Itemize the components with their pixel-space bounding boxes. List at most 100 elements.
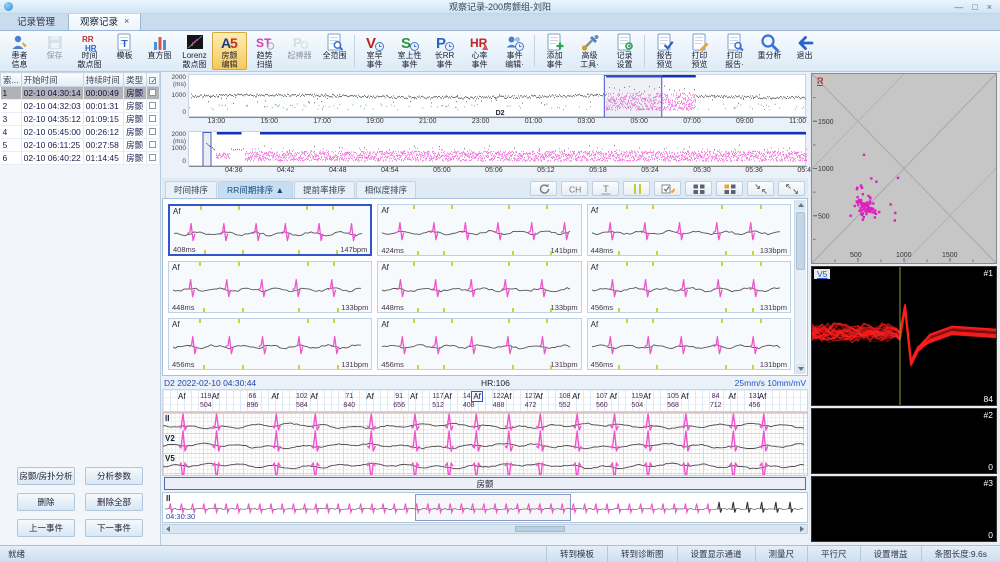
scroll-up-arrow[interactable] <box>796 200 805 210</box>
prev-event-button[interactable]: 上一事件 <box>17 519 75 537</box>
sort-prematurity-tab[interactable]: 提前率排序 <box>294 181 355 198</box>
toolbar-time-scatter-button[interactable]: RRHR时间散点图 <box>72 32 107 70</box>
toolbar-lorenz-scatter-button[interactable]: Lorenz散点图 <box>177 32 212 70</box>
rr-trend-zoom-chart[interactable]: 2000(ms)1000004:3604:4204:4804:5405:0005… <box>162 130 808 178</box>
event-table-header-checkbox[interactable]: ✓ <box>147 73 160 87</box>
event-table-header[interactable]: 持续时间 <box>83 73 123 87</box>
beat-label[interactable]: Af <box>310 392 318 401</box>
event-cell-checkbox[interactable] <box>147 126 160 139</box>
toolbar-pvc-event-button[interactable]: V室早事件 <box>357 32 392 70</box>
event-cell-checkbox[interactable] <box>147 113 160 126</box>
row-checkbox[interactable] <box>149 89 156 96</box>
beat-label[interactable]: Af <box>444 392 452 401</box>
toolbar-long-rr-event-button[interactable]: P长RR事件 <box>427 32 462 70</box>
row-checkbox[interactable] <box>149 128 156 135</box>
toolbar-reanalyze-button[interactable]: 重分析 <box>752 32 787 70</box>
ecg-cell[interactable]: Af456ms131bpm <box>587 318 791 370</box>
toolbar-histogram-button[interactable]: 直方图 <box>142 32 177 70</box>
zoom-selection-box[interactable] <box>203 133 211 167</box>
rhythm-strip[interactable]: II 04:30:30 <box>162 492 808 523</box>
ecg-leads-display[interactable]: IIV2V5 <box>162 412 808 476</box>
toolbar-advanced-tools-button[interactable]: 高级工具· <box>572 32 607 70</box>
row-checkbox[interactable] <box>149 102 156 109</box>
ecg-cell[interactable]: Af408ms147bpm <box>168 204 372 256</box>
tab-record-management[interactable]: 记录管理 <box>6 12 66 30</box>
event-row[interactable]: 602-10 06:40:2201:14:45房颤 <box>1 152 160 165</box>
text-tool-button[interactable]: T <box>592 181 619 196</box>
sort-time-tab[interactable]: 时间排序 <box>165 181 217 198</box>
arrange-shrink-button[interactable] <box>747 181 774 196</box>
delete-all-button[interactable]: 删除全部 <box>85 493 143 511</box>
template-box-3[interactable]: #30 <box>811 476 997 542</box>
event-row[interactable]: 102-10 04:30:1400:00:49房颤 <box>1 87 160 100</box>
template-box-1[interactable]: V5#184 <box>811 266 997 406</box>
sort-similarity-tab[interactable]: 相似度排序 <box>356 181 417 198</box>
row-checkbox[interactable] <box>149 154 156 161</box>
lorenz-plot[interactable]: R 5005001000100015001500 <box>811 73 997 264</box>
analysis-params-button[interactable]: 分析参数 <box>85 467 143 485</box>
trend-selection-box[interactable] <box>604 76 661 118</box>
toolbar-template-button[interactable]: T模板 <box>107 32 142 70</box>
scroll-left-arrow[interactable] <box>163 525 173 533</box>
toolbar-event-edit-button[interactable]: 事件编辑· <box>497 32 532 70</box>
toolbar-hr-event-button[interactable]: HR心率事件 <box>462 32 497 70</box>
beat-label-selected[interactable]: Af <box>471 391 483 402</box>
goto-diagnosis-button[interactable]: 转到诊断图 <box>607 546 677 562</box>
scroll-thumb[interactable] <box>796 212 805 270</box>
ecg-cell[interactable]: Af456ms131bpm <box>377 318 581 370</box>
beat-label[interactable]: Af <box>271 392 279 401</box>
beat-label[interactable]: Af <box>759 392 767 401</box>
goto-template-button[interactable]: 转到模板 <box>546 546 607 562</box>
rr-trend-24h-chart[interactable]: 2000(ms)1000013:0015:0017:0019:0021:0023… <box>162 73 808 130</box>
beat-label[interactable]: Af <box>504 392 512 401</box>
sort-rr-tab[interactable]: RR间期排序 ▲ <box>218 181 293 198</box>
toolbar-exit-button[interactable]: 退出 <box>787 32 822 70</box>
close-button[interactable]: × <box>987 1 992 13</box>
beat-label[interactable]: Af <box>643 392 651 401</box>
strip-length-button[interactable]: 条图长度:9.6s <box>921 546 1000 562</box>
template-box-2[interactable]: #20 <box>811 408 997 474</box>
grid-2x2-button[interactable] <box>685 181 712 196</box>
beat-label[interactable]: Af <box>178 392 186 401</box>
toolbar-add-event-button[interactable]: 添加事件 <box>537 32 572 70</box>
next-event-button[interactable]: 下一事件 <box>85 519 143 537</box>
toolbar-record-settings-button[interactable]: 记录设置 <box>607 32 642 70</box>
header-checkbox[interactable]: ✓ <box>149 77 156 84</box>
horizontal-scrollbar[interactable] <box>162 524 808 534</box>
beat-label[interactable]: Af <box>410 392 418 401</box>
row-checkbox[interactable] <box>149 141 156 148</box>
af-episode-bar[interactable]: 房颤 <box>164 477 806 490</box>
toolbar-af-edit-button[interactable]: A5房颤编辑 <box>212 32 247 70</box>
toolbar-print-preview-button[interactable]: 打印预览 <box>682 32 717 70</box>
event-cell-checkbox[interactable] <box>147 87 160 100</box>
toolbar-full-range-button[interactable]: 全范围 <box>317 32 352 70</box>
beat-label[interactable]: Af <box>728 392 736 401</box>
display-channels-button[interactable]: 设置显示通道 <box>677 546 755 562</box>
toolbar-print-report-button[interactable]: 打印报告· <box>717 32 752 70</box>
beat-label[interactable]: Af <box>572 392 580 401</box>
scroll-right-arrow[interactable] <box>797 525 807 533</box>
rr-trend-zoom-chart-plot[interactable] <box>188 131 806 166</box>
minimize-button[interactable]: — <box>954 1 963 13</box>
event-check-button[interactable] <box>654 181 681 196</box>
event-row[interactable]: 502-10 06:11:2500:27:58房颤 <box>1 139 160 152</box>
grid-mixed-button[interactable] <box>716 181 743 196</box>
event-cell-checkbox[interactable] <box>147 152 160 165</box>
delete-button[interactable]: 删除 <box>17 493 75 511</box>
tab-close-icon[interactable]: × <box>124 16 129 26</box>
hscroll-thumb[interactable] <box>515 526 565 532</box>
beat-label[interactable]: Af <box>609 392 617 401</box>
beat-label[interactable]: Af <box>681 392 689 401</box>
ecg-cell[interactable]: Af424ms141bpm <box>377 204 581 256</box>
toolbar-trend-scan-button[interactable]: ST趋势扫描 <box>247 32 282 70</box>
ecg-cell[interactable]: Af448ms133bpm <box>587 204 791 256</box>
row-checkbox[interactable] <box>149 115 156 122</box>
event-table-header[interactable]: 索... <box>1 73 22 87</box>
event-cell-checkbox[interactable] <box>147 139 160 152</box>
event-row[interactable]: 402-10 05:45:0000:26:12房颤 <box>1 126 160 139</box>
beat-label[interactable]: Af <box>366 392 374 401</box>
measure-ruler-button[interactable]: 测量尺 <box>755 546 808 562</box>
event-table-header[interactable]: 类型 <box>124 73 147 87</box>
channel-button[interactable]: CH <box>561 181 588 196</box>
scroll-down-arrow[interactable] <box>796 364 805 374</box>
